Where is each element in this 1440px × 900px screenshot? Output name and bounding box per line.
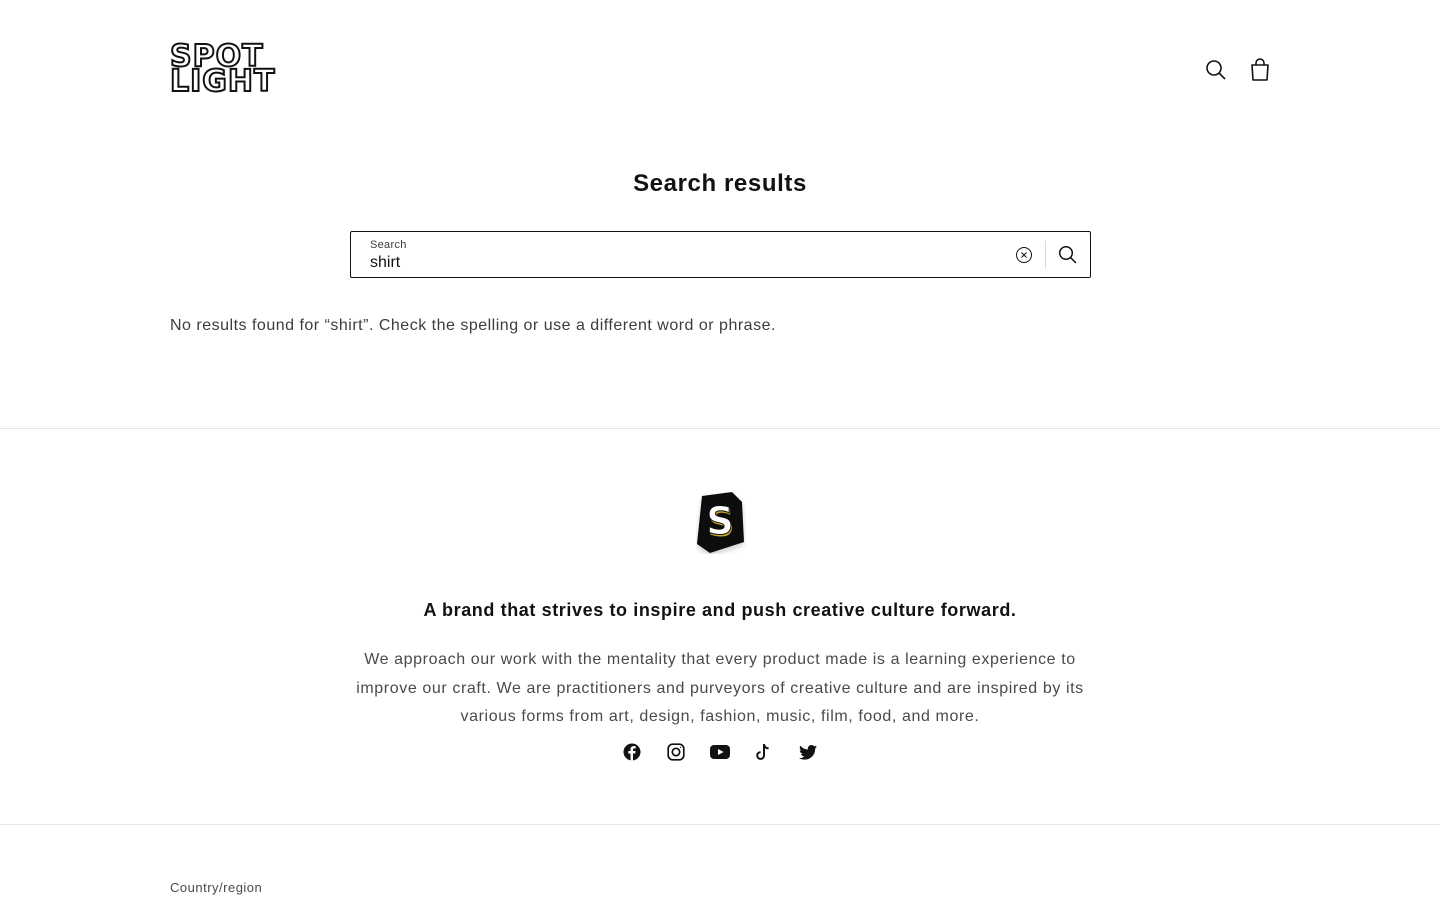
youtube-icon[interactable] xyxy=(708,740,732,764)
divider xyxy=(0,824,1440,825)
divider xyxy=(0,428,1440,429)
facebook-icon[interactable] xyxy=(620,740,644,764)
no-results-message: No results found for “shirt”. Check the … xyxy=(170,317,776,334)
logo[interactable]: SPOT LIGHT xyxy=(169,41,292,99)
search-form: Search xyxy=(350,231,1091,278)
twitter-icon[interactable] xyxy=(796,740,820,764)
country-region-label: Country/region xyxy=(170,880,263,895)
page-title: Search results xyxy=(633,170,807,197)
site-header: SPOT LIGHT xyxy=(0,0,1440,140)
tiktok-icon[interactable] xyxy=(751,740,775,764)
brand-mark-letter: S xyxy=(706,499,733,543)
social-links xyxy=(0,740,1440,764)
search-icon[interactable] xyxy=(1202,56,1230,84)
brand-heading: A brand that strives to inspire and push… xyxy=(423,600,1017,620)
search-input[interactable] xyxy=(370,252,970,274)
instagram-icon[interactable] xyxy=(664,740,688,764)
brand-description: We approach our work with the mentality … xyxy=(356,651,1084,725)
search-divider xyxy=(1045,241,1046,269)
search-label: Search xyxy=(370,239,407,251)
close-circle-icon[interactable] xyxy=(1015,246,1033,264)
bag-icon[interactable] xyxy=(1246,56,1274,84)
search-submit-button[interactable] xyxy=(1055,243,1081,267)
brand-logo-image: S S xyxy=(696,492,746,554)
logo-line-2: LIGHT xyxy=(169,64,276,99)
